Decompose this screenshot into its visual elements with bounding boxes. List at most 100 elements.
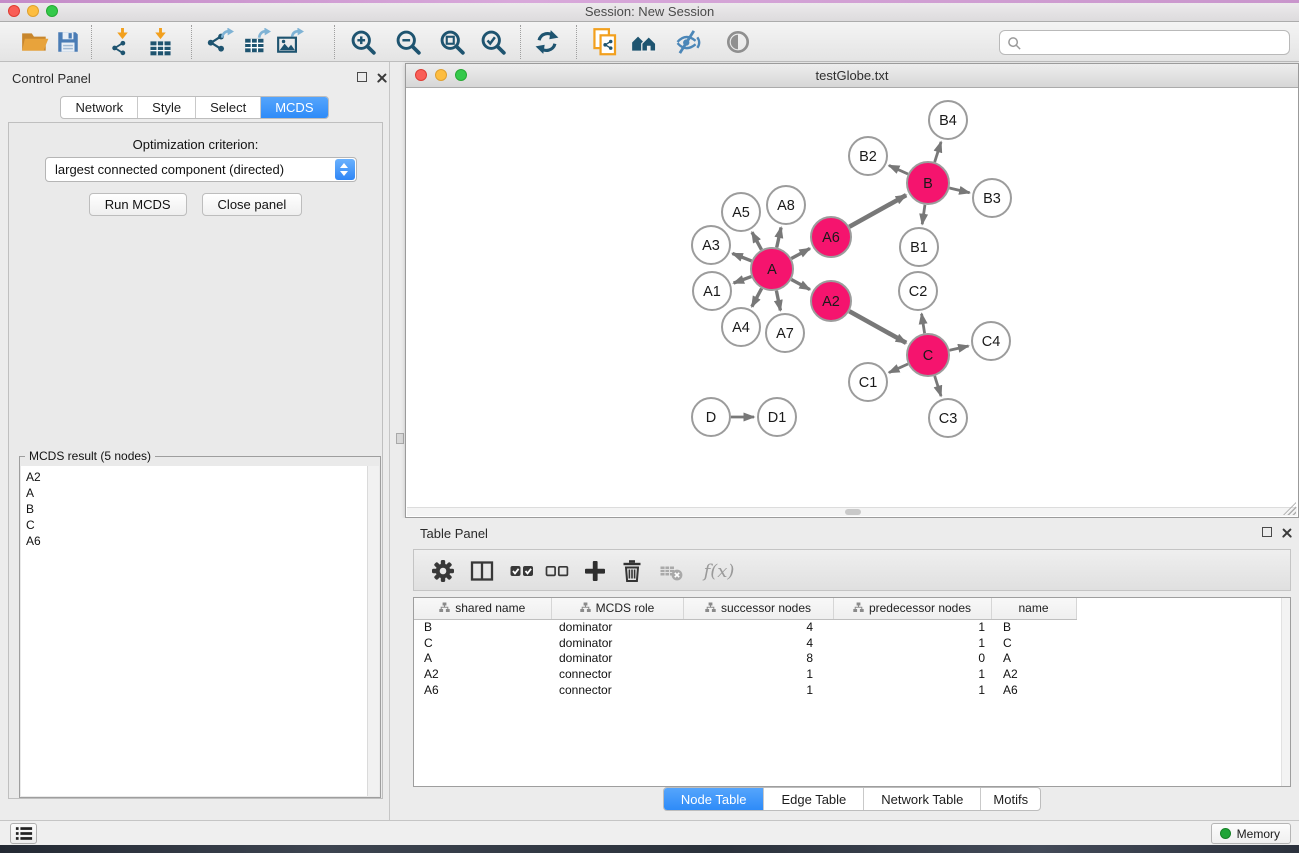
float-table-panel-icon[interactable] — [1262, 527, 1272, 537]
zoom-in-button[interactable] — [346, 26, 380, 58]
tab-mcds[interactable]: MCDS — [260, 97, 327, 118]
import-network-button[interactable] — [105, 26, 139, 58]
tab-motifs[interactable]: Motifs — [980, 788, 1040, 810]
search-field[interactable] — [999, 30, 1290, 55]
save-floppy-icon — [55, 29, 81, 55]
zoom-out-button[interactable] — [391, 26, 425, 58]
deselect-all-button[interactable] — [541, 555, 573, 587]
open-session-button[interactable] — [18, 26, 52, 58]
graph-edge-A-A4[interactable] — [752, 288, 762, 306]
criterion-dropdown[interactable]: largest connected component (directed) — [45, 157, 357, 182]
import-network-icon — [109, 28, 136, 57]
graph-edge-A-A2[interactable] — [791, 279, 810, 289]
refresh-icon — [533, 28, 561, 56]
graph-edge-B-B2[interactable] — [889, 165, 908, 174]
delete-table-button[interactable] — [656, 555, 688, 587]
graph-node-label-C4: C4 — [982, 334, 1001, 350]
close-panel-button[interactable]: Close panel — [202, 193, 303, 216]
memory-button[interactable]: Memory — [1211, 823, 1291, 844]
close-panel-icon[interactable] — [376, 72, 388, 84]
graph-node-label-A2: A2 — [822, 294, 840, 310]
function-icon: f(x) — [704, 561, 735, 582]
table-row[interactable]: A dominator 8 0 A — [414, 651, 1282, 667]
graph-node-label-C3: C3 — [939, 411, 958, 427]
refresh-layout-button[interactable] — [530, 26, 564, 58]
run-mcds-button[interactable]: Run MCDS — [89, 193, 187, 216]
network-canvas[interactable]: B4B2BB3A8A5A6A3B1AA1C2A2A4A7C4CC1C3DD1 — [406, 88, 1298, 508]
table-row[interactable]: A6 connector 1 1 A6 — [414, 682, 1282, 698]
graph-edge-A-A3[interactable] — [732, 253, 751, 261]
table-row[interactable]: B dominator 4 1 B — [414, 619, 1282, 635]
column-header-mcds-role[interactable]: MCDS role — [551, 598, 683, 619]
mcds-result-item[interactable]: C — [21, 517, 379, 533]
export-image-button[interactable] — [273, 26, 307, 58]
save-session-button[interactable] — [51, 26, 85, 58]
column-header-name[interactable]: name — [991, 598, 1076, 619]
graph-node-label-A1: A1 — [703, 284, 721, 300]
graph-edge-B-B4[interactable] — [935, 142, 941, 162]
delete-column-button[interactable] — [616, 555, 648, 587]
close-table-panel-icon[interactable] — [1281, 527, 1293, 539]
main-toolbar — [0, 22, 1299, 62]
show-details-button[interactable] — [721, 26, 755, 58]
network-window-titlebar[interactable]: testGlobe.txt — [406, 64, 1298, 88]
mcds-result-item[interactable]: A2 — [21, 469, 379, 485]
graph-edge-A-A6[interactable] — [791, 248, 810, 258]
result-list-scrollbar[interactable] — [367, 466, 379, 796]
network-hscrollbar[interactable] — [407, 507, 1297, 516]
graph-edge-B-B1[interactable] — [922, 205, 925, 224]
graph-edge-A2-C[interactable] — [849, 311, 906, 343]
unchecked-boxes-icon — [544, 558, 570, 584]
table-row[interactable]: C dominator 4 1 C — [414, 635, 1282, 651]
mcds-result-list[interactable]: A2 A B C A6 — [21, 466, 379, 796]
hide-details-button[interactable] — [671, 26, 705, 58]
table-settings-button[interactable] — [427, 555, 459, 587]
add-column-button[interactable] — [579, 555, 611, 587]
home-button[interactable] — [628, 26, 662, 58]
toolbar-separator — [520, 25, 521, 59]
graph-edge-C-C3[interactable] — [935, 376, 941, 396]
table-vscrollbar[interactable] — [1281, 598, 1290, 786]
export-table-button[interactable] — [240, 26, 274, 58]
graph-edge-C-C4[interactable] — [949, 346, 968, 350]
zoom-fit-button[interactable] — [435, 26, 469, 58]
graph-edge-A6-B[interactable] — [849, 195, 906, 227]
column-header-successor-nodes[interactable]: successor nodes — [683, 598, 833, 619]
graph-edge-A-A7[interactable] — [776, 291, 780, 311]
float-panel-icon[interactable] — [357, 72, 367, 82]
tab-select[interactable]: Select — [195, 97, 260, 118]
column-header-predecessor-nodes[interactable]: predecessor nodes — [833, 598, 991, 619]
graph-node-label-C2: C2 — [909, 284, 928, 300]
tab-network-table[interactable]: Network Table — [863, 788, 980, 810]
mcds-result-item[interactable]: A — [21, 485, 379, 501]
show-columns-button[interactable] — [466, 555, 498, 587]
graph-edge-C-C2[interactable] — [922, 314, 925, 334]
table-toolbar: f(x) — [413, 549, 1291, 591]
table-row[interactable]: A2 connector 1 1 A2 — [414, 666, 1282, 682]
mcds-result-item[interactable]: B — [21, 501, 379, 517]
function-builder-button[interactable]: f(x) — [697, 555, 741, 587]
export-network-button[interactable] — [203, 26, 237, 58]
mcds-result-item[interactable]: A6 — [21, 533, 379, 549]
memory-status-icon — [1220, 828, 1231, 839]
graph-edge-B-B3[interactable] — [949, 188, 969, 193]
split-pane-handle[interactable] — [396, 433, 404, 444]
duplicate-network-button[interactable] — [588, 26, 622, 58]
search-input[interactable] — [1026, 32, 1283, 53]
graph-edge-A-A5[interactable] — [752, 232, 762, 249]
graph-edge-A-A1[interactable] — [734, 277, 752, 284]
task-history-button[interactable] — [10, 823, 37, 844]
tab-node-table[interactable]: Node Table — [664, 788, 764, 810]
import-table-button[interactable] — [143, 26, 177, 58]
table-header-row: shared name MCDS role successor nodes pr… — [414, 598, 1282, 619]
tab-style[interactable]: Style — [137, 97, 195, 118]
app-window: Session: New Session — [0, 0, 1299, 853]
graph-edge-A-A8[interactable] — [777, 227, 781, 247]
tab-edge-table[interactable]: Edge Table — [763, 788, 863, 810]
graph-edge-C-C1[interactable] — [889, 364, 908, 373]
network-hscrollbar-thumb[interactable] — [845, 509, 861, 515]
column-header-shared-name[interactable]: shared name — [414, 598, 551, 619]
zoom-selected-button[interactable] — [476, 26, 510, 58]
select-all-button[interactable] — [506, 555, 538, 587]
tab-network[interactable]: Network — [61, 97, 137, 118]
